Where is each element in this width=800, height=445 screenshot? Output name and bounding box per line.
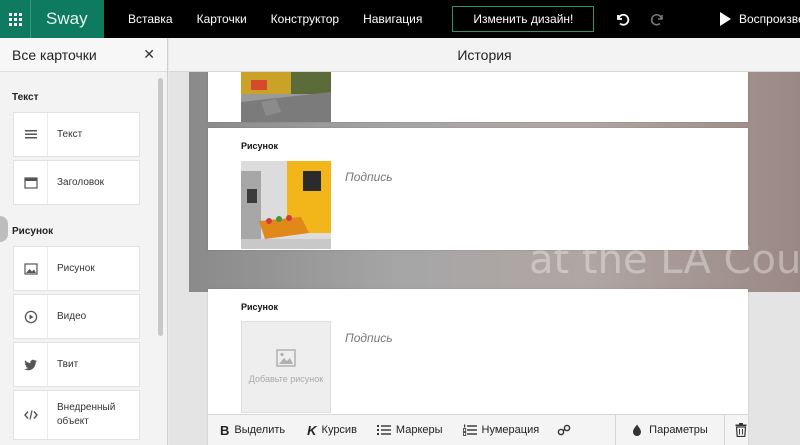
redo-button[interactable] [650, 10, 668, 28]
heading-icon [23, 176, 38, 189]
link-button[interactable] [557, 415, 571, 445]
bulleted-list-icon [376, 425, 391, 435]
numbering-button[interactable]: Нумерация [462, 415, 540, 445]
menu-cards[interactable]: Карточки [197, 12, 247, 26]
delete-button[interactable] [735, 415, 747, 445]
waffle-icon [8, 12, 22, 26]
card-item-label: Твит [57, 358, 79, 370]
redo-icon [651, 14, 664, 26]
cards-panel: Все карточки ✕ Текст Текст Заголовок Рис… [0, 38, 168, 445]
toolbar-divider [723, 414, 725, 445]
image-card[interactable]: Рисунок Подпись [208, 128, 748, 250]
undo-button[interactable] [614, 10, 632, 28]
italic-button[interactable]: K Курсив [307, 415, 357, 445]
italic-icon: K [307, 422, 317, 438]
close-icon[interactable]: ✕ [143, 46, 155, 63]
image-icon [276, 349, 296, 367]
embed-code-icon [23, 410, 38, 420]
card-item-embed[interactable]: Внедренный объект [13, 390, 140, 440]
play-icon [720, 12, 731, 26]
format-toolbar: B Выделить K Курсив Маркеры Нумерация Па… [208, 414, 748, 445]
cards-panel-title: Все карточки [12, 46, 97, 63]
link-icon [557, 424, 571, 436]
menu-design[interactable]: Конструктор [271, 12, 339, 26]
section-label-image: Рисунок [12, 226, 54, 237]
bullets-label: Маркеры [395, 424, 443, 436]
card-item-tweet[interactable]: Твит [13, 342, 140, 387]
image-icon [23, 262, 38, 275]
undo-icon [617, 13, 630, 26]
trash-icon [735, 423, 747, 437]
card-title: Рисунок [241, 302, 278, 312]
add-image-placeholder[interactable]: Добавьте рисунок [241, 321, 331, 413]
parameters-button[interactable]: Параметры [632, 415, 708, 445]
image-card-partial[interactable] [208, 72, 748, 122]
parameters-label: Параметры [649, 424, 708, 436]
menu-insert[interactable]: Вставка [128, 12, 173, 26]
storyline-canvas: at the LA County Рисунок Подпись [169, 72, 800, 445]
bold-button[interactable]: B Выделить [220, 415, 285, 445]
section-label-text: Текст [12, 92, 39, 103]
caption-field[interactable]: Подпись [345, 170, 393, 184]
bold-label: Выделить [234, 424, 286, 436]
numbered-list-icon [462, 424, 477, 436]
card-item-heading[interactable]: Заголовок [13, 160, 140, 205]
card-item-label: Рисунок [57, 262, 95, 274]
panel-collapse-handle[interactable] [0, 216, 8, 242]
card-item-video[interactable]: Видео [13, 294, 140, 339]
card-item-label: Заголовок [57, 176, 105, 188]
card-thumbnail [241, 72, 331, 122]
top-bar: Sway Вставка Карточки Конструктор Навига… [0, 0, 800, 38]
twitter-bird-icon [23, 359, 37, 370]
menu-navigation[interactable]: Навигация [363, 12, 422, 26]
text-lines-icon [24, 129, 37, 138]
app-name[interactable]: Sway [30, 0, 104, 38]
drop-icon [633, 424, 642, 436]
numbering-label: Нумерация [481, 424, 540, 436]
card-item-image[interactable]: Рисунок [13, 246, 140, 291]
card-item-label: Текст [57, 128, 83, 140]
main-menu: Вставка Карточки Конструктор Навигация [128, 0, 446, 38]
play-circle-icon [24, 310, 37, 323]
card-title: Рисунок [241, 141, 278, 151]
bold-icon: B [220, 422, 230, 438]
cards-panel-header: Все карточки ✕ [0, 38, 167, 72]
bullets-button[interactable]: Маркеры [376, 415, 443, 445]
play-label: Воспроизве [739, 12, 800, 26]
change-design-button[interactable]: Изменить дизайн! [452, 6, 595, 32]
storyline-header: История [169, 38, 800, 72]
italic-label: Курсив [321, 424, 357, 436]
caption-field[interactable]: Подпись [345, 331, 393, 345]
card-item-label: Внедренный объект [57, 402, 116, 427]
add-image-label: Добавьте рисунок [248, 374, 324, 384]
card-item-label: Видео [57, 310, 87, 322]
app-launcher-button[interactable] [0, 0, 30, 38]
card-item-text[interactable]: Текст [13, 112, 140, 157]
toolbar-divider [615, 414, 617, 445]
play-button[interactable]: Воспроизве [720, 0, 800, 38]
cards-panel-scrollbar[interactable] [158, 78, 163, 336]
card-thumbnail[interactable] [241, 161, 331, 249]
